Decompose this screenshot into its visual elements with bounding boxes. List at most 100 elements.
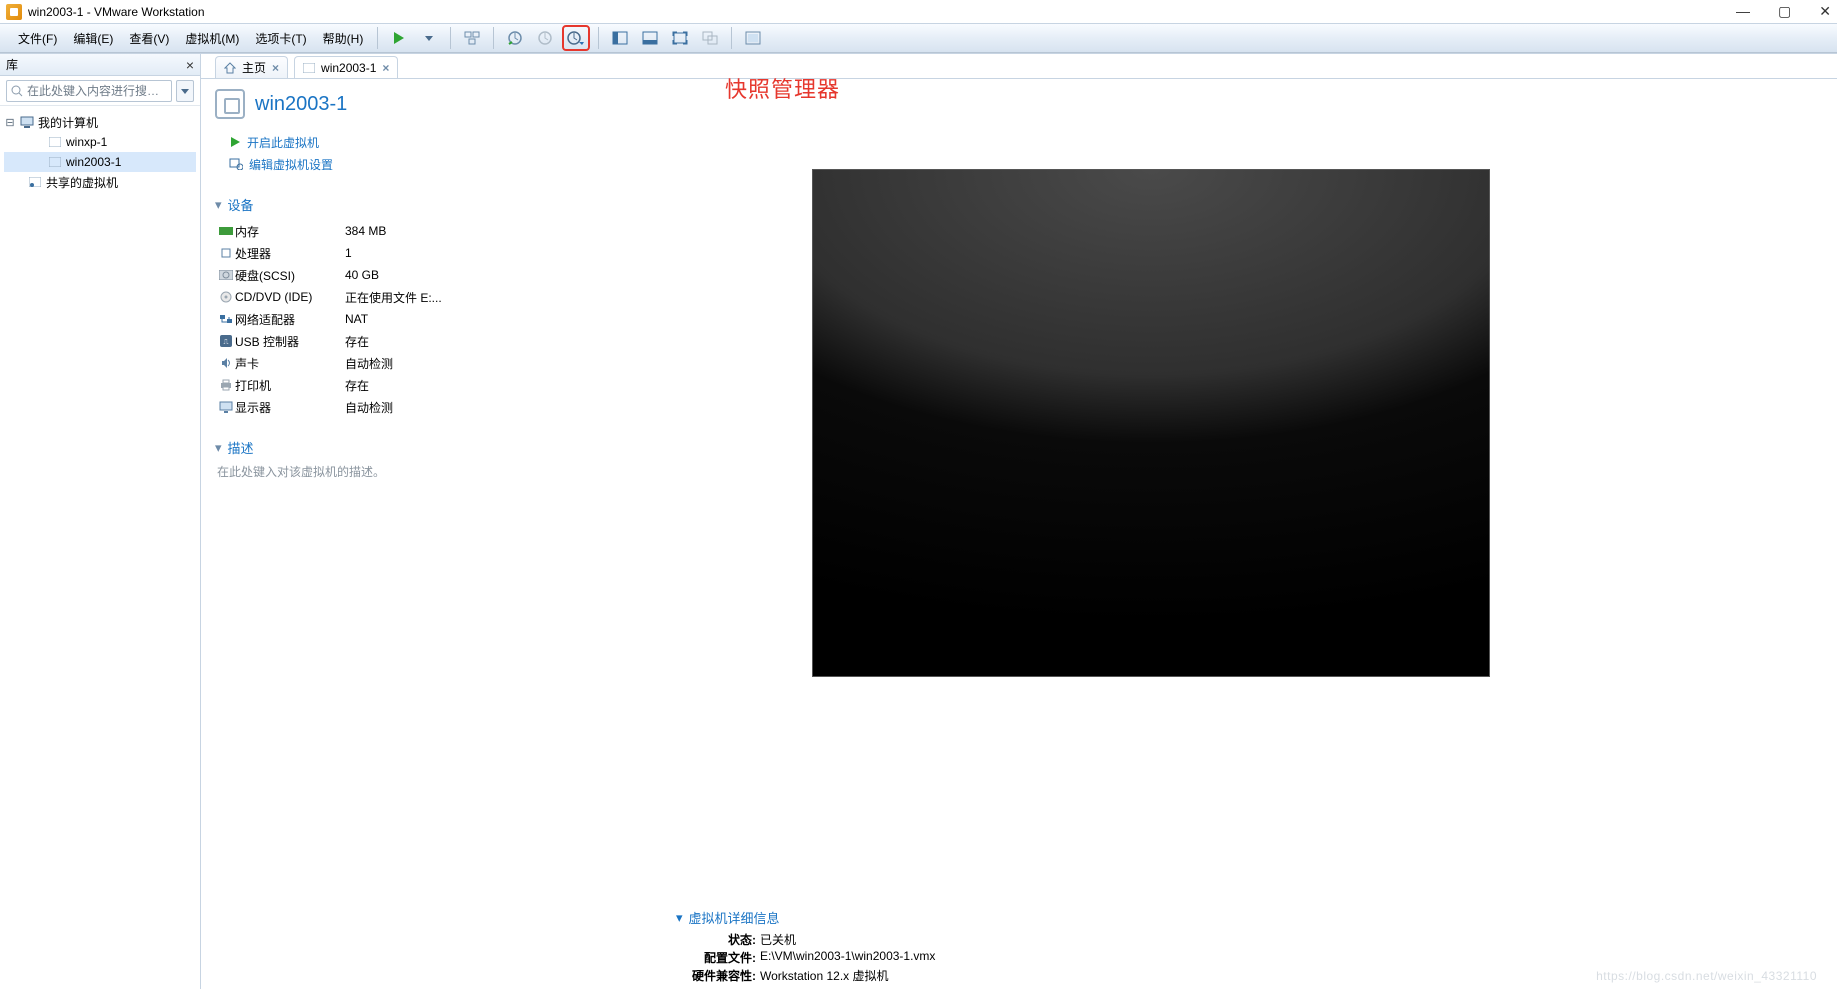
tab-home-close-icon[interactable]: × — [272, 61, 279, 75]
tree-node-win2003[interactable]: win2003-1 — [4, 152, 196, 172]
vm-icon — [303, 63, 315, 73]
device-row-memory[interactable]: 内存384 MB — [215, 220, 465, 242]
shared-vm-icon — [27, 175, 43, 189]
device-row-network[interactable]: 网络适配器NAT — [215, 308, 465, 330]
tab-strip: 主页 × win2003-1 × — [201, 54, 1837, 78]
tab-home[interactable]: 主页 × — [215, 56, 288, 78]
collapse-arrow-icon: ▾ — [676, 910, 683, 926]
collapse-arrow-icon: ▾ — [215, 197, 222, 213]
vm-screen-preview[interactable] — [812, 169, 1490, 677]
menu-vm[interactable]: 虚拟机(M) — [177, 24, 247, 52]
annotation-label: 快照管理器 — [725, 72, 840, 104]
svg-text:⎍: ⎍ — [224, 339, 229, 346]
vm-icon — [47, 135, 63, 149]
vm-title: win2003-1 — [215, 89, 465, 119]
cpu-icon — [217, 247, 235, 259]
description-heading[interactable]: ▾ 描述 — [215, 438, 465, 457]
window-titlebar: win2003-1 - VMware Workstation — ▢ ✕ — [0, 0, 1837, 23]
library-header: 库 × — [0, 54, 200, 76]
library-search-dropdown[interactable] — [176, 80, 194, 102]
separator — [493, 27, 494, 49]
separator — [377, 27, 378, 49]
device-row-cddvd[interactable]: CD/DVD (IDE)正在使用文件 E:... — [215, 286, 465, 308]
home-icon — [224, 62, 236, 74]
device-row-cpu[interactable]: 处理器1 — [215, 242, 465, 264]
description-placeholder[interactable]: 在此处键入对该虚拟机的描述。 — [215, 463, 465, 480]
separator — [450, 27, 451, 49]
info-compat-value: Workstation 12.x 虚拟机 — [760, 967, 889, 985]
cd-icon — [217, 291, 235, 303]
snapshot-take-icon[interactable] — [501, 26, 529, 50]
usb-icon: ⎍ — [217, 335, 235, 347]
power-dropdown[interactable] — [415, 26, 443, 50]
sound-icon — [217, 357, 235, 369]
power-on-link[interactable]: 开启此虚拟机 — [229, 131, 465, 153]
info-config-value: E:\VM\win2003-1\win2003-1.vmx — [760, 949, 935, 967]
separator — [598, 27, 599, 49]
settings-icon — [229, 158, 243, 170]
snapshot-revert-icon[interactable] — [531, 26, 559, 50]
library-panel: 库 × 在此处键入内容进行搜… ⊟ 我的计算机 winxp-1 — [0, 54, 201, 989]
description-section: ▾ 描述 在此处键入对该虚拟机的描述。 — [215, 438, 465, 480]
network-icon — [217, 314, 235, 324]
library-close-icon[interactable]: × — [186, 57, 194, 73]
computer-icon — [19, 115, 35, 129]
memory-icon — [217, 227, 235, 235]
snapshot-manager-button[interactable] — [562, 25, 590, 51]
console-view-icon[interactable] — [739, 26, 767, 50]
edit-settings-link[interactable]: 编辑虚拟机设置 — [229, 153, 465, 175]
vm-preview-area: 快照管理器 — [465, 79, 1837, 989]
close-button[interactable]: ✕ — [1819, 3, 1831, 20]
watermark-text: https://blog.csdn.net/weixin_43321110 — [1596, 969, 1817, 983]
info-config-label: 配置文件: — [690, 949, 760, 967]
play-icon — [229, 136, 241, 148]
info-state-label: 状态: — [690, 931, 760, 949]
tab-vm-win2003[interactable]: win2003-1 × — [294, 56, 398, 78]
search-placeholder: 在此处键入内容进行搜… — [27, 82, 159, 99]
info-state-value: 已关机 — [760, 931, 796, 949]
maximize-button[interactable]: ▢ — [1778, 3, 1791, 20]
info-compat-label: 硬件兼容性: — [690, 967, 760, 985]
tree-node-winxp[interactable]: winxp-1 — [4, 132, 196, 152]
send-ctrl-alt-del-icon[interactable] — [458, 26, 486, 50]
fullscreen-icon[interactable] — [666, 26, 694, 50]
device-row-display[interactable]: 显示器自动检测 — [215, 396, 465, 418]
devices-section: ▾ 设备 内存384 MB 处理器1 硬盘(SCSI)40 GB CD/DVD … — [215, 195, 465, 418]
separator — [731, 27, 732, 49]
library-search-input[interactable]: 在此处键入内容进行搜… — [6, 80, 172, 102]
toggle-library-icon[interactable] — [606, 26, 634, 50]
library-search-row: 在此处键入内容进行搜… — [0, 76, 200, 106]
vm-detailed-info: ▾ 虚拟机详细信息 状态:已关机 配置文件:E:\VM\win2003-1\wi… — [690, 898, 935, 989]
tree-node-shared[interactable]: 共享的虚拟机 — [4, 172, 196, 192]
vm-summary-panel: win2003-1 开启此虚拟机 编辑虚拟机设置 ▾ 设备 — [215, 79, 465, 989]
printer-icon — [217, 379, 235, 391]
thumbnail-bar-icon[interactable] — [636, 26, 664, 50]
menu-help[interactable]: 帮助(H) — [315, 24, 372, 52]
app-icon — [6, 4, 22, 20]
unity-icon[interactable] — [696, 26, 724, 50]
menu-file[interactable]: 文件(F) — [10, 24, 65, 52]
menu-view[interactable]: 查看(V) — [121, 24, 177, 52]
menu-edit[interactable]: 编辑(E) — [65, 24, 121, 52]
device-row-usb[interactable]: ⎍USB 控制器存在 — [215, 330, 465, 352]
tab-vm-close-icon[interactable]: × — [382, 61, 389, 75]
devices-heading[interactable]: ▾ 设备 — [215, 195, 465, 214]
content-area: 主页 × win2003-1 × win2003-1 开启此虚拟机 — [201, 54, 1837, 989]
tree-node-my-computer[interactable]: ⊟ 我的计算机 — [4, 112, 196, 132]
menubar: 文件(F) 编辑(E) 查看(V) 虚拟机(M) 选项卡(T) 帮助(H) — [0, 23, 1837, 53]
vm-icon — [47, 155, 63, 169]
minimize-button[interactable]: — — [1736, 3, 1750, 20]
library-tree: ⊟ 我的计算机 winxp-1 win2003-1 共享的虚拟机 — [0, 106, 200, 198]
window-title: win2003-1 - VMware Workstation — [28, 5, 205, 19]
vm-large-icon — [215, 89, 245, 119]
search-icon — [11, 85, 23, 97]
device-row-printer[interactable]: 打印机存在 — [215, 374, 465, 396]
menu-tabs[interactable]: 选项卡(T) — [247, 24, 314, 52]
hdd-icon — [217, 270, 235, 280]
vm-info-heading[interactable]: ▾ 虚拟机详细信息 — [676, 908, 935, 927]
library-title: 库 — [6, 56, 18, 73]
device-row-hdd[interactable]: 硬盘(SCSI)40 GB — [215, 264, 465, 286]
device-row-sound[interactable]: 声卡自动检测 — [215, 352, 465, 374]
collapse-arrow-icon: ▾ — [215, 440, 222, 456]
power-on-button[interactable] — [385, 26, 413, 50]
